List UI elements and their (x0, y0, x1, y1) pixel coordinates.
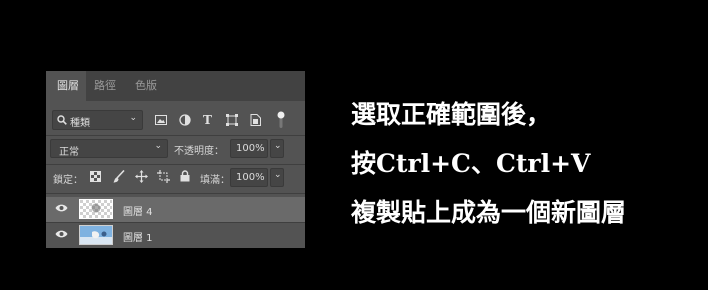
eye-icon[interactable] (55, 203, 68, 213)
layers-panel: 圖層 路徑 色版 種類 ⌄ T 正常 ⌄ 不透明度： 100% ⌄ 鎖定： 填滿… (46, 71, 305, 248)
lock-position-icon[interactable] (135, 170, 148, 183)
tab-paths[interactable]: 路徑 (94, 71, 116, 101)
chevron-down-icon: ⌄ (154, 141, 162, 151)
opacity-field[interactable]: 100% (230, 139, 268, 158)
layer-name[interactable]: 圖層 1 (123, 229, 153, 244)
image-filter-icon[interactable] (155, 115, 167, 125)
panel-tab-bar: 圖層 路徑 色版 (46, 71, 305, 101)
shape-filter-icon[interactable] (226, 114, 238, 126)
divider (46, 193, 305, 194)
caption-line-2: 按Ctrl+C、Ctrl+V (351, 149, 591, 178)
fill-label: 填滿： (200, 175, 230, 186)
smart-object-filter-icon[interactable] (250, 114, 261, 126)
artboard-auto-nesting-icon[interactable] (157, 170, 170, 183)
fill-dropdown-button[interactable]: ⌄ (270, 168, 284, 187)
opacity-dropdown-button[interactable]: ⌄ (270, 139, 284, 158)
magnifier-icon (57, 115, 67, 125)
layer-row[interactable]: 圖層 1 (46, 223, 305, 248)
layer-kind-filter[interactable]: 種類 ⌄ (52, 110, 143, 130)
lock-all-icon[interactable] (180, 170, 190, 182)
chevron-down-icon: ⌄ (274, 170, 282, 180)
tab-layers[interactable]: 圖層 (46, 71, 86, 101)
caption-line-1: 選取正確範圍後， (351, 100, 552, 129)
opacity-value: 100% (236, 143, 265, 154)
eye-icon[interactable] (55, 229, 68, 239)
fill-value: 100% (236, 172, 265, 183)
tab-channels[interactable]: 色版 (135, 71, 157, 101)
layer-row-selected[interactable]: 圖層 4 (46, 197, 305, 222)
lock-transparent-pixels-icon[interactable] (90, 171, 101, 182)
layer-thumbnail (79, 199, 113, 219)
lock-image-pixels-icon[interactable] (113, 170, 125, 183)
opacity-label: 不透明度： (174, 146, 224, 157)
divider (46, 135, 305, 136)
filter-kind-value: 種類 (70, 118, 90, 129)
divider (46, 164, 305, 165)
layer-name[interactable]: 圖層 4 (123, 203, 153, 218)
caption-line-3: 複製貼上成為一個新圖層 (351, 198, 627, 227)
adjustment-filter-icon[interactable] (179, 114, 191, 126)
lock-label: 鎖定： (53, 175, 83, 186)
blend-mode-value: 正常 (59, 147, 79, 158)
chevron-down-icon: ⌄ (274, 141, 282, 151)
layer-thumbnail (79, 225, 113, 245)
filter-toggle-icon[interactable] (277, 111, 285, 129)
fill-field[interactable]: 100% (230, 168, 268, 187)
blend-mode-select[interactable]: 正常 ⌄ (50, 139, 168, 158)
chevron-down-icon: ⌄ (129, 113, 137, 123)
type-filter-icon[interactable]: T (203, 113, 212, 127)
